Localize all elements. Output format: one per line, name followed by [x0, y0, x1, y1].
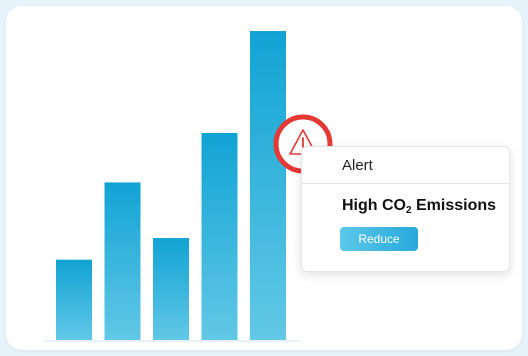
alert-title-text: High CO	[342, 197, 406, 214]
bar-3	[153, 238, 189, 340]
bar-1	[56, 259, 92, 340]
bar-4	[201, 132, 238, 340]
alert-header-label: Alert	[342, 156, 373, 174]
card-frame: Alert High CO2 Emissions Reduce	[6, 6, 522, 350]
bar-5	[250, 31, 286, 340]
bar-2	[104, 182, 141, 340]
alert-title: High CO2 Emissions	[342, 197, 509, 216]
reduce-button[interactable]: Reduce	[340, 227, 418, 251]
alert-card-header: Alert	[302, 147, 509, 184]
alert-title-suffix: Emissions	[411, 197, 497, 214]
alert-card: Alert High CO2 Emissions Reduce	[301, 146, 510, 272]
